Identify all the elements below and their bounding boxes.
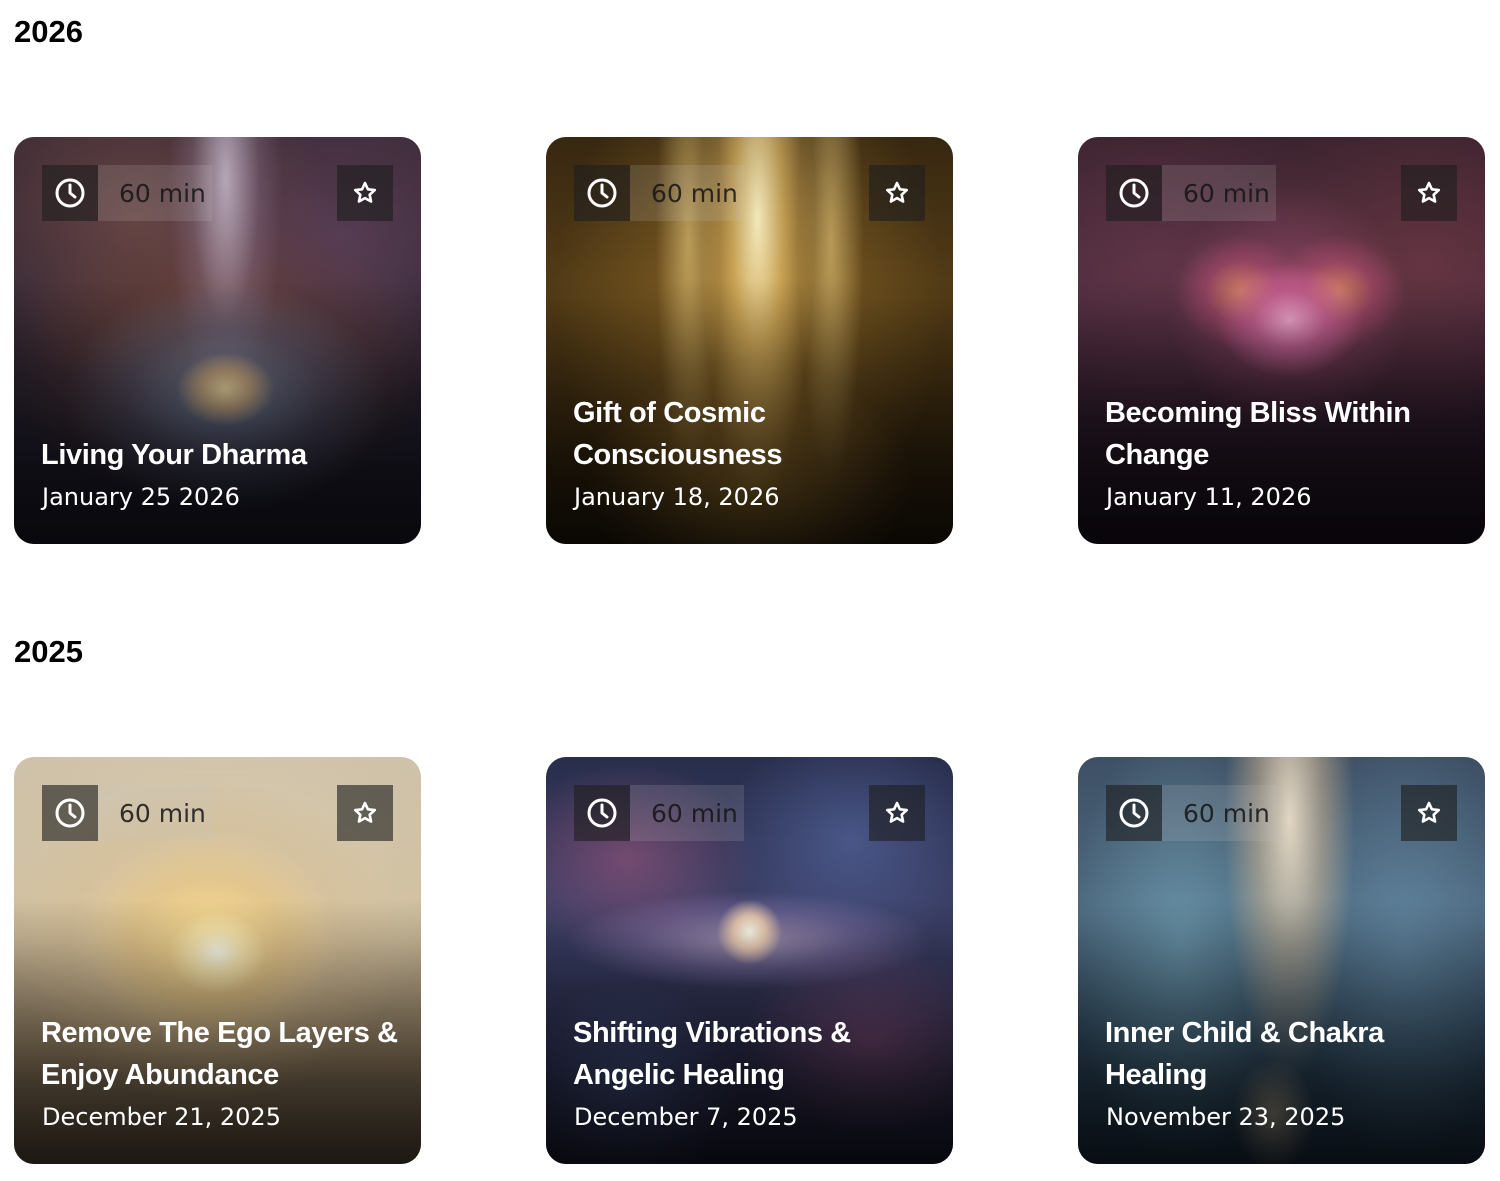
favorite-button[interactable]: [1401, 785, 1457, 841]
year-heading-2026: 2026: [14, 14, 83, 49]
card-date: January 18, 2026: [574, 483, 780, 511]
duration-badge: 60 min: [42, 785, 212, 841]
duration-badge: 60 min: [574, 785, 744, 841]
clock-icon: [574, 785, 630, 841]
card-date: December 21, 2025: [42, 1103, 281, 1131]
star-icon: [1417, 801, 1441, 823]
card-title: Living Your Dharma: [41, 439, 307, 471]
favorite-button[interactable]: [337, 165, 393, 221]
card-title: Shifting Vibrations & Angelic Healing: [573, 1017, 851, 1091]
card-date: January 25 2026: [42, 483, 240, 511]
star-icon: [353, 801, 377, 823]
session-card[interactable]: 60 min Shifting Vibrations & Angelic Hea…: [546, 757, 953, 1164]
duration-badge: 60 min: [574, 165, 744, 221]
star-icon: [885, 801, 909, 823]
duration-label: 60 min: [1162, 785, 1276, 841]
duration-label: 60 min: [630, 785, 744, 841]
year-heading-2025: 2025: [14, 634, 83, 669]
duration-badge: 60 min: [1106, 165, 1276, 221]
clock-icon: [1106, 785, 1162, 841]
clock-icon: [574, 165, 630, 221]
star-icon: [353, 181, 377, 203]
card-date: December 7, 2025: [574, 1103, 798, 1131]
session-card[interactable]: 60 min Gift of Cosmic Consciousness Janu…: [546, 137, 953, 544]
favorite-button[interactable]: [337, 785, 393, 841]
session-card[interactable]: 60 min Inner Child & Chakra Healing Nove…: [1078, 757, 1485, 1164]
card-title: Remove The Ego Layers & Enjoy Abundance: [41, 1017, 398, 1091]
star-icon: [885, 181, 909, 203]
star-icon: [1417, 181, 1441, 203]
session-card[interactable]: 60 min Living Your Dharma January 25 202…: [14, 137, 421, 544]
duration-label: 60 min: [1162, 165, 1276, 221]
clock-icon: [1106, 165, 1162, 221]
duration-badge: 60 min: [1106, 785, 1276, 841]
duration-label: 60 min: [98, 785, 212, 841]
duration-label: 60 min: [98, 165, 212, 221]
card-date: January 11, 2026: [1106, 483, 1312, 511]
card-title: Gift of Cosmic Consciousness: [573, 397, 783, 471]
favorite-button[interactable]: [869, 785, 925, 841]
card-date: November 23, 2025: [1106, 1103, 1346, 1131]
card-title: Becoming Bliss Within Change: [1105, 397, 1411, 471]
session-card[interactable]: 60 min Remove The Ego Layers & Enjoy Abu…: [14, 757, 421, 1164]
clock-icon: [42, 785, 98, 841]
duration-label: 60 min: [630, 165, 744, 221]
duration-badge: 60 min: [42, 165, 212, 221]
clock-icon: [42, 165, 98, 221]
session-card[interactable]: 60 min Becoming Bliss Within Change Janu…: [1078, 137, 1485, 544]
favorite-button[interactable]: [869, 165, 925, 221]
card-title: Inner Child & Chakra Healing: [1105, 1017, 1384, 1091]
favorite-button[interactable]: [1401, 165, 1457, 221]
